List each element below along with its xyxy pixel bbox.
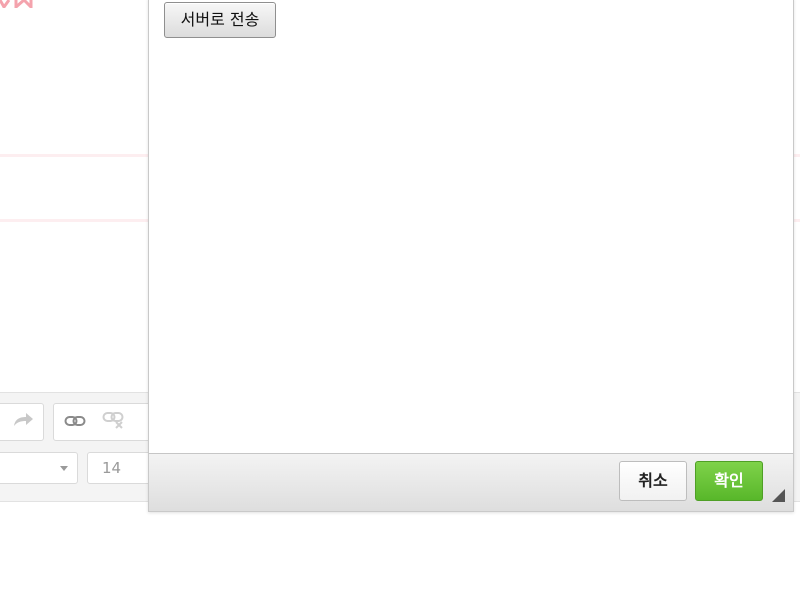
unlink-button[interactable] [94, 404, 134, 440]
upload-dialog: 서버로 전송 취소 확인 [148, 0, 794, 512]
unlink-icon [102, 411, 126, 433]
dialog-footer: 취소 확인 [149, 453, 793, 511]
page: 14 서버로 전송 취소 확인 [0, 0, 800, 604]
font-family-select[interactable] [0, 452, 78, 484]
chevron-down-icon [60, 466, 68, 471]
confirm-button[interactable]: 확인 [695, 461, 763, 501]
cancel-button[interactable]: 취소 [619, 461, 687, 501]
resize-handle-icon[interactable] [772, 489, 785, 502]
redo-icon [12, 412, 34, 432]
link-button[interactable] [55, 404, 95, 440]
upload-to-server-button[interactable]: 서버로 전송 [164, 2, 276, 38]
logo-fragment [0, 0, 34, 8]
link-icon [64, 413, 86, 432]
toolbar-group-history [0, 403, 44, 441]
font-size-select[interactable]: 14 [87, 452, 157, 484]
toolbar-group-link [53, 403, 153, 441]
redo-button[interactable] [3, 404, 43, 440]
